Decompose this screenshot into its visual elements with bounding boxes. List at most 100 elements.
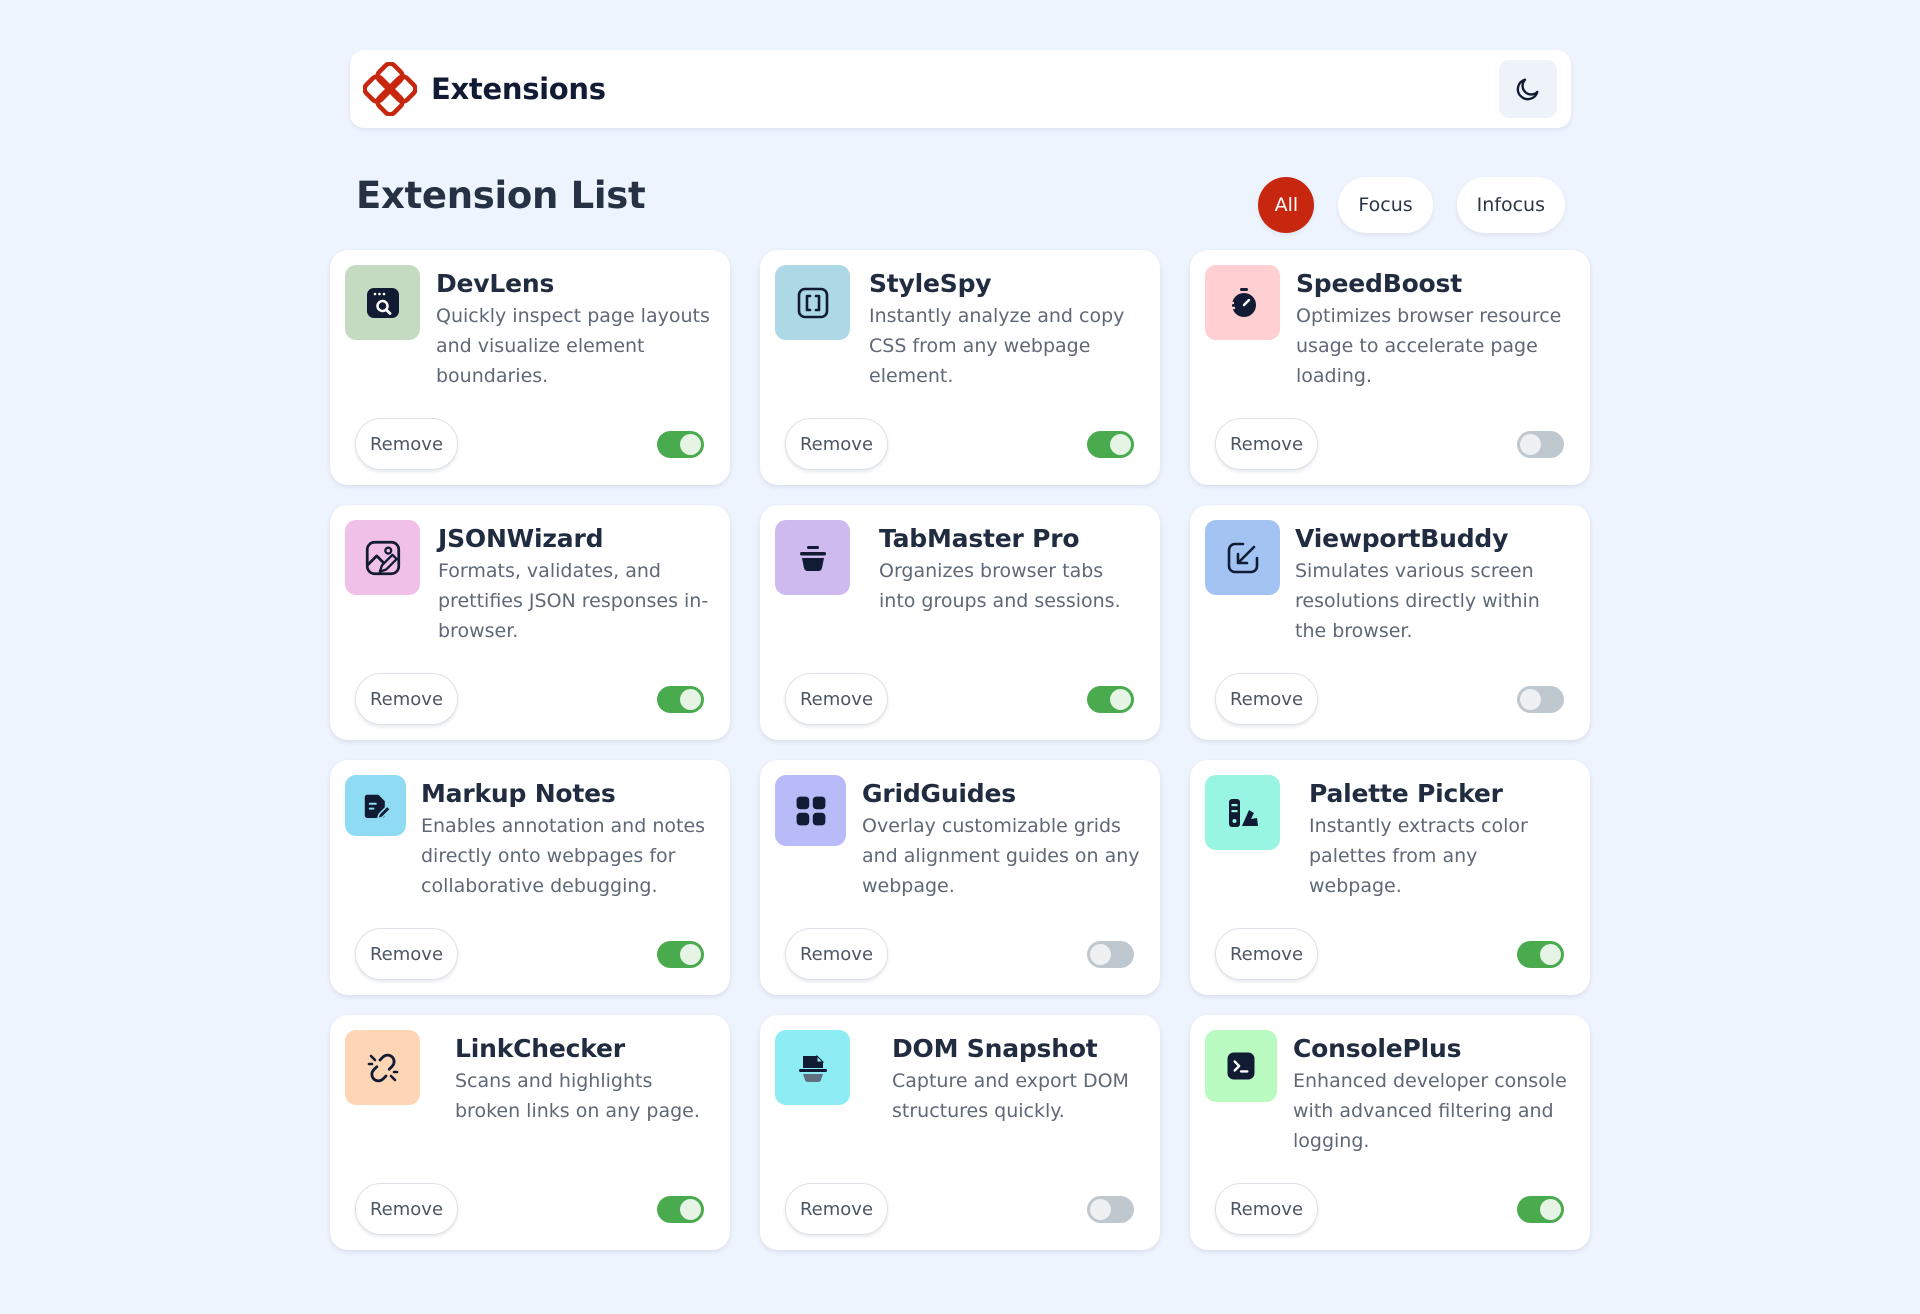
extension-card: JSONWizard Formats, validates, and prett… <box>330 505 730 740</box>
extension-description: Overlay customizable grids and alignment… <box>862 815 1140 897</box>
extension-description: Formats, validates, and prettifies JSON … <box>438 560 709 642</box>
extension-toggle[interactable] <box>1087 431 1134 458</box>
extension-description: Enhanced developer console with advanced… <box>1293 1070 1567 1152</box>
extension-card: StyleSpy Instantly analyze and copy CSS … <box>760 250 1160 485</box>
toggle-knob <box>680 689 701 710</box>
extension-name: DOM Snapshot <box>892 1034 1098 1063</box>
broken-link-icon <box>367 1053 398 1082</box>
remove-button[interactable]: Remove <box>1215 928 1318 980</box>
extension-icon-box <box>1205 775 1280 850</box>
filter-infocus-button[interactable]: Infocus <box>1456 177 1565 233</box>
toggle-knob <box>1540 944 1561 965</box>
extension-icon-box <box>1205 1030 1277 1102</box>
remove-button[interactable]: Remove <box>785 928 888 980</box>
page-title: Extension List <box>356 174 646 217</box>
remove-button[interactable]: Remove <box>355 1183 458 1235</box>
extension-name: StyleSpy <box>869 269 992 298</box>
remove-button[interactable]: Remove <box>785 673 888 725</box>
snapshot-icon <box>798 1054 827 1082</box>
toggle-knob <box>1540 1199 1561 1220</box>
grid-icon <box>796 796 825 825</box>
extension-description: Organizes browser tabs into groups and s… <box>879 560 1121 612</box>
extension-card: TabMaster Pro Organizes browser tabs int… <box>760 505 1160 740</box>
toggle-knob <box>1520 434 1541 455</box>
extension-toggle[interactable] <box>1517 686 1564 713</box>
extension-card: Palette Picker Instantly extracts color … <box>1190 760 1590 995</box>
toggle-knob <box>1520 689 1541 710</box>
extension-toggle[interactable] <box>1517 1196 1564 1223</box>
theme-toggle-button[interactable] <box>1499 60 1557 118</box>
extension-toggle[interactable] <box>1087 1196 1134 1223</box>
extension-description: Enables annotation and notes directly on… <box>421 815 706 897</box>
extension-description: Scans and highlights broken links on any… <box>455 1070 700 1122</box>
filter-group: All Focus Infocus <box>1258 177 1565 233</box>
extension-icon-box <box>345 520 420 595</box>
extension-name: ViewportBuddy <box>1295 524 1509 553</box>
extension-name: LinkChecker <box>455 1034 625 1063</box>
extension-card: Markup Notes Enables annotation and note… <box>330 760 730 995</box>
app-title: Extensions <box>431 72 606 106</box>
note-pencil-icon <box>364 794 392 820</box>
remove-button[interactable]: Remove <box>355 673 458 725</box>
extension-card: GridGuides Overlay customizable grids an… <box>760 760 1160 995</box>
bowl-icon <box>799 545 826 571</box>
extension-card: ViewportBuddy Simulates various screen r… <box>1190 505 1590 740</box>
extension-icon-box <box>775 265 850 340</box>
toggle-knob <box>680 944 701 965</box>
extension-card: ConsolePlus Enhanced developer console w… <box>1190 1015 1590 1250</box>
extension-icon-box <box>1205 520 1280 595</box>
extension-icon-box <box>775 520 850 595</box>
extension-icon-box <box>345 265 420 340</box>
toggle-knob <box>1110 689 1131 710</box>
remove-button[interactable]: Remove <box>355 418 458 470</box>
toggle-knob <box>680 1199 701 1220</box>
extension-icon-box <box>345 775 406 836</box>
extension-toggle[interactable] <box>1087 686 1134 713</box>
extension-description: Optimizes browser resource usage to acce… <box>1296 305 1562 387</box>
resize-arrow-icon <box>1227 542 1258 573</box>
remove-button[interactable]: Remove <box>785 418 888 470</box>
filter-focus-button[interactable]: Focus <box>1338 177 1433 233</box>
extension-icon-box <box>775 775 846 846</box>
toggle-knob <box>1110 434 1131 455</box>
extension-description: Instantly extracts color palettes from a… <box>1309 815 1528 897</box>
extension-toggle[interactable] <box>1517 431 1564 458</box>
extension-toggle[interactable] <box>657 686 704 713</box>
remove-button[interactable]: Remove <box>785 1183 888 1235</box>
extension-icon-box <box>1205 265 1280 340</box>
extension-description: Simulates various screen resolutions dir… <box>1295 560 1540 642</box>
extension-toggle[interactable] <box>657 431 704 458</box>
extension-name: ConsolePlus <box>1293 1034 1462 1063</box>
remove-button[interactable]: Remove <box>1215 1183 1318 1235</box>
remove-button[interactable]: Remove <box>1215 418 1318 470</box>
extension-name: SpeedBoost <box>1296 269 1462 298</box>
terminal-icon <box>1227 1052 1255 1080</box>
remove-button[interactable]: Remove <box>355 928 458 980</box>
brackets-icon <box>797 287 828 318</box>
extension-toggle[interactable] <box>657 941 704 968</box>
extension-toggle[interactable] <box>1517 941 1564 968</box>
extensions-logo-icon <box>363 62 417 116</box>
toggle-knob <box>1090 1199 1111 1220</box>
extension-name: Markup Notes <box>421 779 616 808</box>
app-header: Extensions <box>350 50 1571 128</box>
extension-toggle[interactable] <box>657 1196 704 1223</box>
toggle-knob <box>680 434 701 455</box>
edit-image-icon <box>365 540 400 575</box>
filter-all-button[interactable]: All <box>1258 177 1315 233</box>
extension-grid: DevLens Quickly inspect page layouts and… <box>330 250 1590 1250</box>
extension-toggle[interactable] <box>1087 941 1134 968</box>
stopwatch-icon <box>1226 287 1256 317</box>
extension-description: Quickly inspect page layouts and visuali… <box>436 305 710 387</box>
extension-card: SpeedBoost Optimizes browser resource us… <box>1190 250 1590 485</box>
extension-name: Palette Picker <box>1309 779 1503 808</box>
remove-button[interactable]: Remove <box>1215 673 1318 725</box>
extension-description: Instantly analyze and copy CSS from any … <box>869 305 1125 387</box>
extension-name: JSONWizard <box>438 524 604 553</box>
extension-name: GridGuides <box>862 779 1016 808</box>
moon-icon <box>1516 78 1539 101</box>
extension-description: Capture and export DOM structures quickl… <box>892 1070 1129 1122</box>
inspect-window-icon <box>366 287 399 318</box>
extension-card: DevLens Quickly inspect page layouts and… <box>330 250 730 485</box>
extension-name: DevLens <box>436 269 555 298</box>
